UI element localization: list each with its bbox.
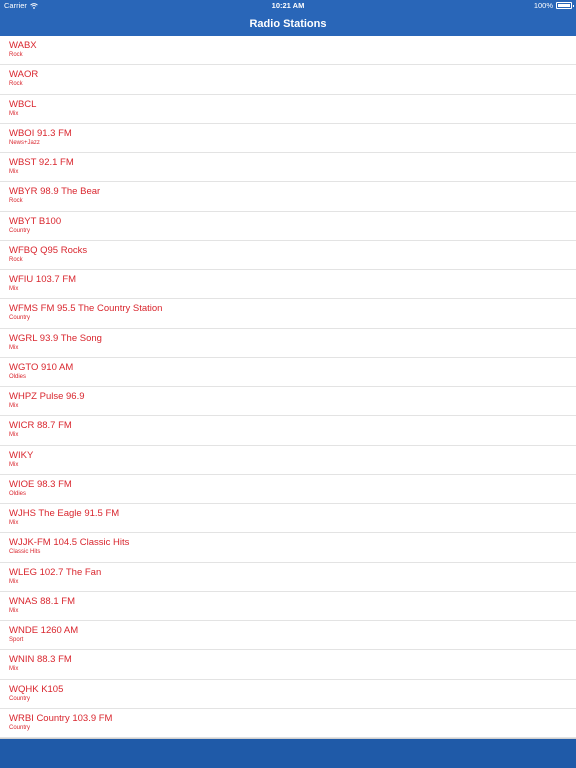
station-row[interactable]: WFIU 103.7 FM Mix	[0, 270, 576, 300]
station-name: WABX	[9, 40, 37, 51]
status-time: 10:21 AM	[271, 1, 305, 10]
bottom-bar	[0, 739, 576, 768]
station-name: WBOI 91.3 FM	[9, 127, 72, 139]
station-genre: Country	[9, 724, 31, 731]
station-name: WFMS FM 95.5 The Country Station	[9, 303, 163, 315]
station-row[interactable]: WIOE 98.3 FM Oldies	[0, 475, 576, 504]
station-genre: Mix	[9, 286, 19, 292]
station-name: WFBQ Q95 Rocks	[9, 244, 88, 256]
station-name: WIKY	[9, 449, 34, 461]
station-genre: Rock	[9, 256, 23, 263]
station-genre: Rock	[9, 81, 23, 88]
station-row[interactable]: WNAS 88.1 FM Mix	[0, 592, 576, 621]
station-genre: Mix	[9, 461, 19, 468]
station-genre: Rock	[9, 52, 23, 58]
station-genre: Mix	[9, 520, 19, 526]
navigation-bar: Radio Stations	[0, 12, 576, 36]
station-name: WJHS The Eagle 91.5 FM	[9, 508, 120, 519]
station-name: WIOE 98.3 FM	[9, 478, 72, 490]
station-row[interactable]: WBYR 98.9 The Bear Rock	[0, 182, 576, 212]
station-name: WQHK K105	[9, 683, 64, 695]
station-name: WLEG 102.7 The Fan	[9, 566, 102, 578]
station-row[interactable]: WAOR Rock	[0, 65, 576, 95]
station-row[interactable]: WLEG 102.7 The Fan Mix	[0, 563, 576, 592]
station-row[interactable]: WHPZ Pulse 96.9 Mix	[0, 387, 576, 417]
station-name: WAOR	[9, 69, 39, 81]
station-genre: Country	[9, 695, 31, 702]
station-row[interactable]: WIKY Mix	[0, 446, 576, 475]
station-name: WGRL 93.9 The Song	[9, 332, 102, 344]
battery-group: 100%	[533, 1, 574, 10]
battery-percent: 100%	[533, 1, 553, 10]
station-name: WBCL	[9, 98, 37, 110]
station-genre: Mix	[9, 169, 19, 175]
station-row[interactable]: WBST 92.1 FM Mix	[0, 153, 576, 183]
status-bar: Carrier 10:21 AM 100%	[0, 0, 576, 12]
station-genre: Mix	[9, 607, 19, 614]
station-name: WGTO 910 AM	[9, 361, 74, 373]
station-name: WFIU 103.7 FM	[9, 274, 77, 285]
station-genre: Mix	[9, 432, 19, 439]
station-name: WICR 88.7 FM	[9, 420, 72, 432]
station-row[interactable]: WNDE 1260 AM Sport	[0, 621, 576, 651]
station-row[interactable]: WABX Rock	[0, 36, 576, 66]
station-name: WNAS 88.1 FM	[9, 595, 75, 607]
station-genre: Sport	[9, 637, 24, 643]
station-row[interactable]: WICR 88.7 FM Mix	[0, 416, 576, 446]
station-genre: Classic Hits	[9, 549, 41, 556]
station-genre: Country	[9, 315, 31, 322]
page-title: Radio Stations	[249, 18, 327, 30]
station-genre: Country	[9, 227, 31, 234]
station-row[interactable]: WFBQ Q95 Rocks Rock	[0, 241, 576, 270]
station-genre: Mix	[9, 403, 19, 409]
station-name: WHPZ Pulse 96.9	[9, 391, 85, 402]
battery-icon	[556, 2, 574, 9]
station-row[interactable]: WBOI 91.3 FM News+Jazz	[0, 124, 576, 153]
station-name: WNIN 88.3 FM	[9, 654, 72, 666]
station-name: WBST 92.1 FM	[9, 157, 74, 168]
station-name: WBYT B100	[9, 215, 62, 227]
station-genre: Mix	[9, 344, 19, 351]
station-genre: Rock	[9, 198, 23, 205]
station-name: WJJK-FM 104.5 Classic Hits	[9, 537, 130, 549]
station-list[interactable]: WABX Rock WAOR Rock WBCL Mix WBOI 91.3 FM News+…	[0, 36, 576, 739]
station-name: WBYR 98.9 The Bear	[9, 186, 101, 198]
station-genre: Mix	[9, 578, 19, 585]
station-row[interactable]: WQHK K105 Country	[0, 680, 576, 709]
station-row[interactable]: WRBI Country 103.9 FM Country	[0, 709, 576, 738]
station-row[interactable]: WBYT B100 Country	[0, 212, 576, 241]
station-genre: Mix	[9, 666, 19, 673]
station-genre: News+Jazz	[9, 139, 40, 146]
station-row[interactable]: WJHS The Eagle 91.5 FM Mix	[0, 504, 576, 534]
station-row[interactable]: WNIN 88.3 FM Mix	[0, 650, 576, 680]
station-row[interactable]: WBCL Mix	[0, 95, 576, 124]
station-genre: Oldies	[9, 490, 27, 497]
station-name: WNDE 1260 AM	[9, 625, 79, 636]
station-row[interactable]: WFMS FM 95.5 The Country Station Country	[0, 299, 576, 329]
station-genre: Mix	[9, 110, 19, 117]
station-row[interactable]: WGTO 910 AM Oldies	[0, 358, 576, 387]
station-row[interactable]: WJJK-FM 104.5 Classic Hits Classic Hits	[0, 533, 576, 563]
station-name: WRBI Country 103.9 FM	[9, 712, 113, 724]
station-genre: Oldies	[9, 373, 27, 380]
station-row[interactable]: WGRL 93.9 The Song Mix	[0, 329, 576, 358]
